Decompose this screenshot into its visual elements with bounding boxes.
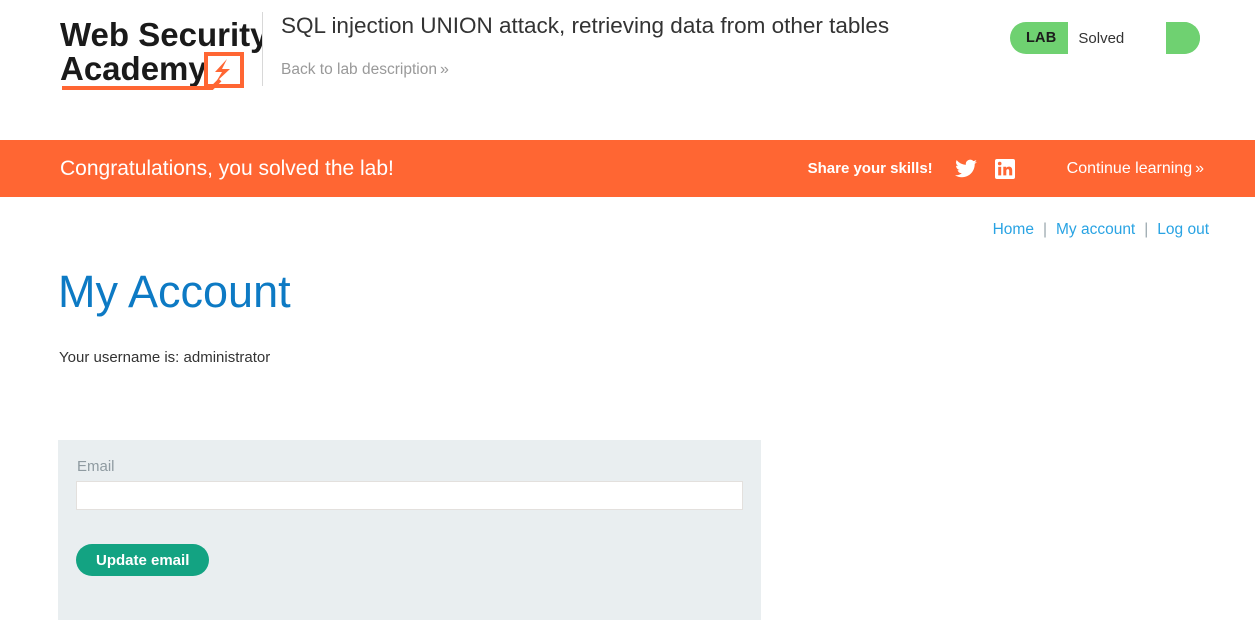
account-navigation: Home | My account | Log out bbox=[993, 221, 1209, 239]
linkedin-glyph bbox=[994, 158, 1015, 179]
page-title: My Account bbox=[58, 266, 291, 317]
lightning-bolt-icon bbox=[204, 52, 244, 88]
continue-learning-link[interactable]: Continue learning» bbox=[1066, 159, 1204, 178]
nav-link-my-account[interactable]: My account bbox=[1056, 221, 1135, 238]
email-input[interactable] bbox=[76, 481, 743, 510]
lab-tag: LAB bbox=[1026, 30, 1057, 46]
nav-separator: | bbox=[1042, 221, 1047, 238]
logo-line1: Web Security bbox=[60, 16, 262, 53]
lab-status-tail bbox=[1166, 22, 1200, 54]
status-badge: Solved bbox=[1068, 22, 1166, 54]
update-email-button[interactable]: Update email bbox=[76, 544, 210, 576]
twitter-bird-glyph bbox=[954, 159, 977, 178]
banner-actions: Share your skills! Continue learning» bbox=[807, 158, 1204, 179]
back-to-lab-description-link[interactable]: Back to lab description» bbox=[281, 61, 449, 79]
nav-link-log-out[interactable]: Log out bbox=[1157, 221, 1209, 238]
congratulations-banner: Congratulations, you solved the lab! Sha… bbox=[0, 140, 1255, 197]
continue-learning-label: Continue learning bbox=[1066, 159, 1193, 177]
username-text: Your username is: administrator bbox=[59, 349, 271, 366]
web-security-academy-logo: Web Security Academy bbox=[60, 16, 262, 90]
email-field-label: Email bbox=[77, 458, 115, 475]
share-skills-label: Share your skills! bbox=[807, 160, 933, 177]
page-body: Home | My account | Log out My Account Your … bbox=[0, 197, 1255, 620]
lab-title: SQL injection UNION attack, retrieving d… bbox=[281, 13, 890, 38]
site-logo[interactable]: Web Security Academy bbox=[60, 14, 262, 92]
chevron-right-icon: » bbox=[439, 61, 449, 78]
nav-separator: | bbox=[1144, 221, 1149, 238]
banner-message: Congratulations, you solved the lab! bbox=[60, 156, 394, 180]
back-link-label: Back to lab description bbox=[281, 61, 437, 78]
site-header: Web Security Academy SQL injection UNION… bbox=[0, 0, 1255, 140]
logo-line2: Academy bbox=[60, 50, 207, 87]
update-email-form: Email Update email bbox=[58, 440, 761, 620]
nav-link-home[interactable]: Home bbox=[993, 221, 1034, 238]
header-divider bbox=[262, 12, 263, 86]
linkedin-icon[interactable] bbox=[994, 158, 1015, 179]
twitter-icon[interactable] bbox=[954, 159, 977, 178]
chevron-right-icon: » bbox=[1195, 159, 1204, 177]
lab-status-widget: LAB Solved bbox=[1010, 22, 1200, 54]
